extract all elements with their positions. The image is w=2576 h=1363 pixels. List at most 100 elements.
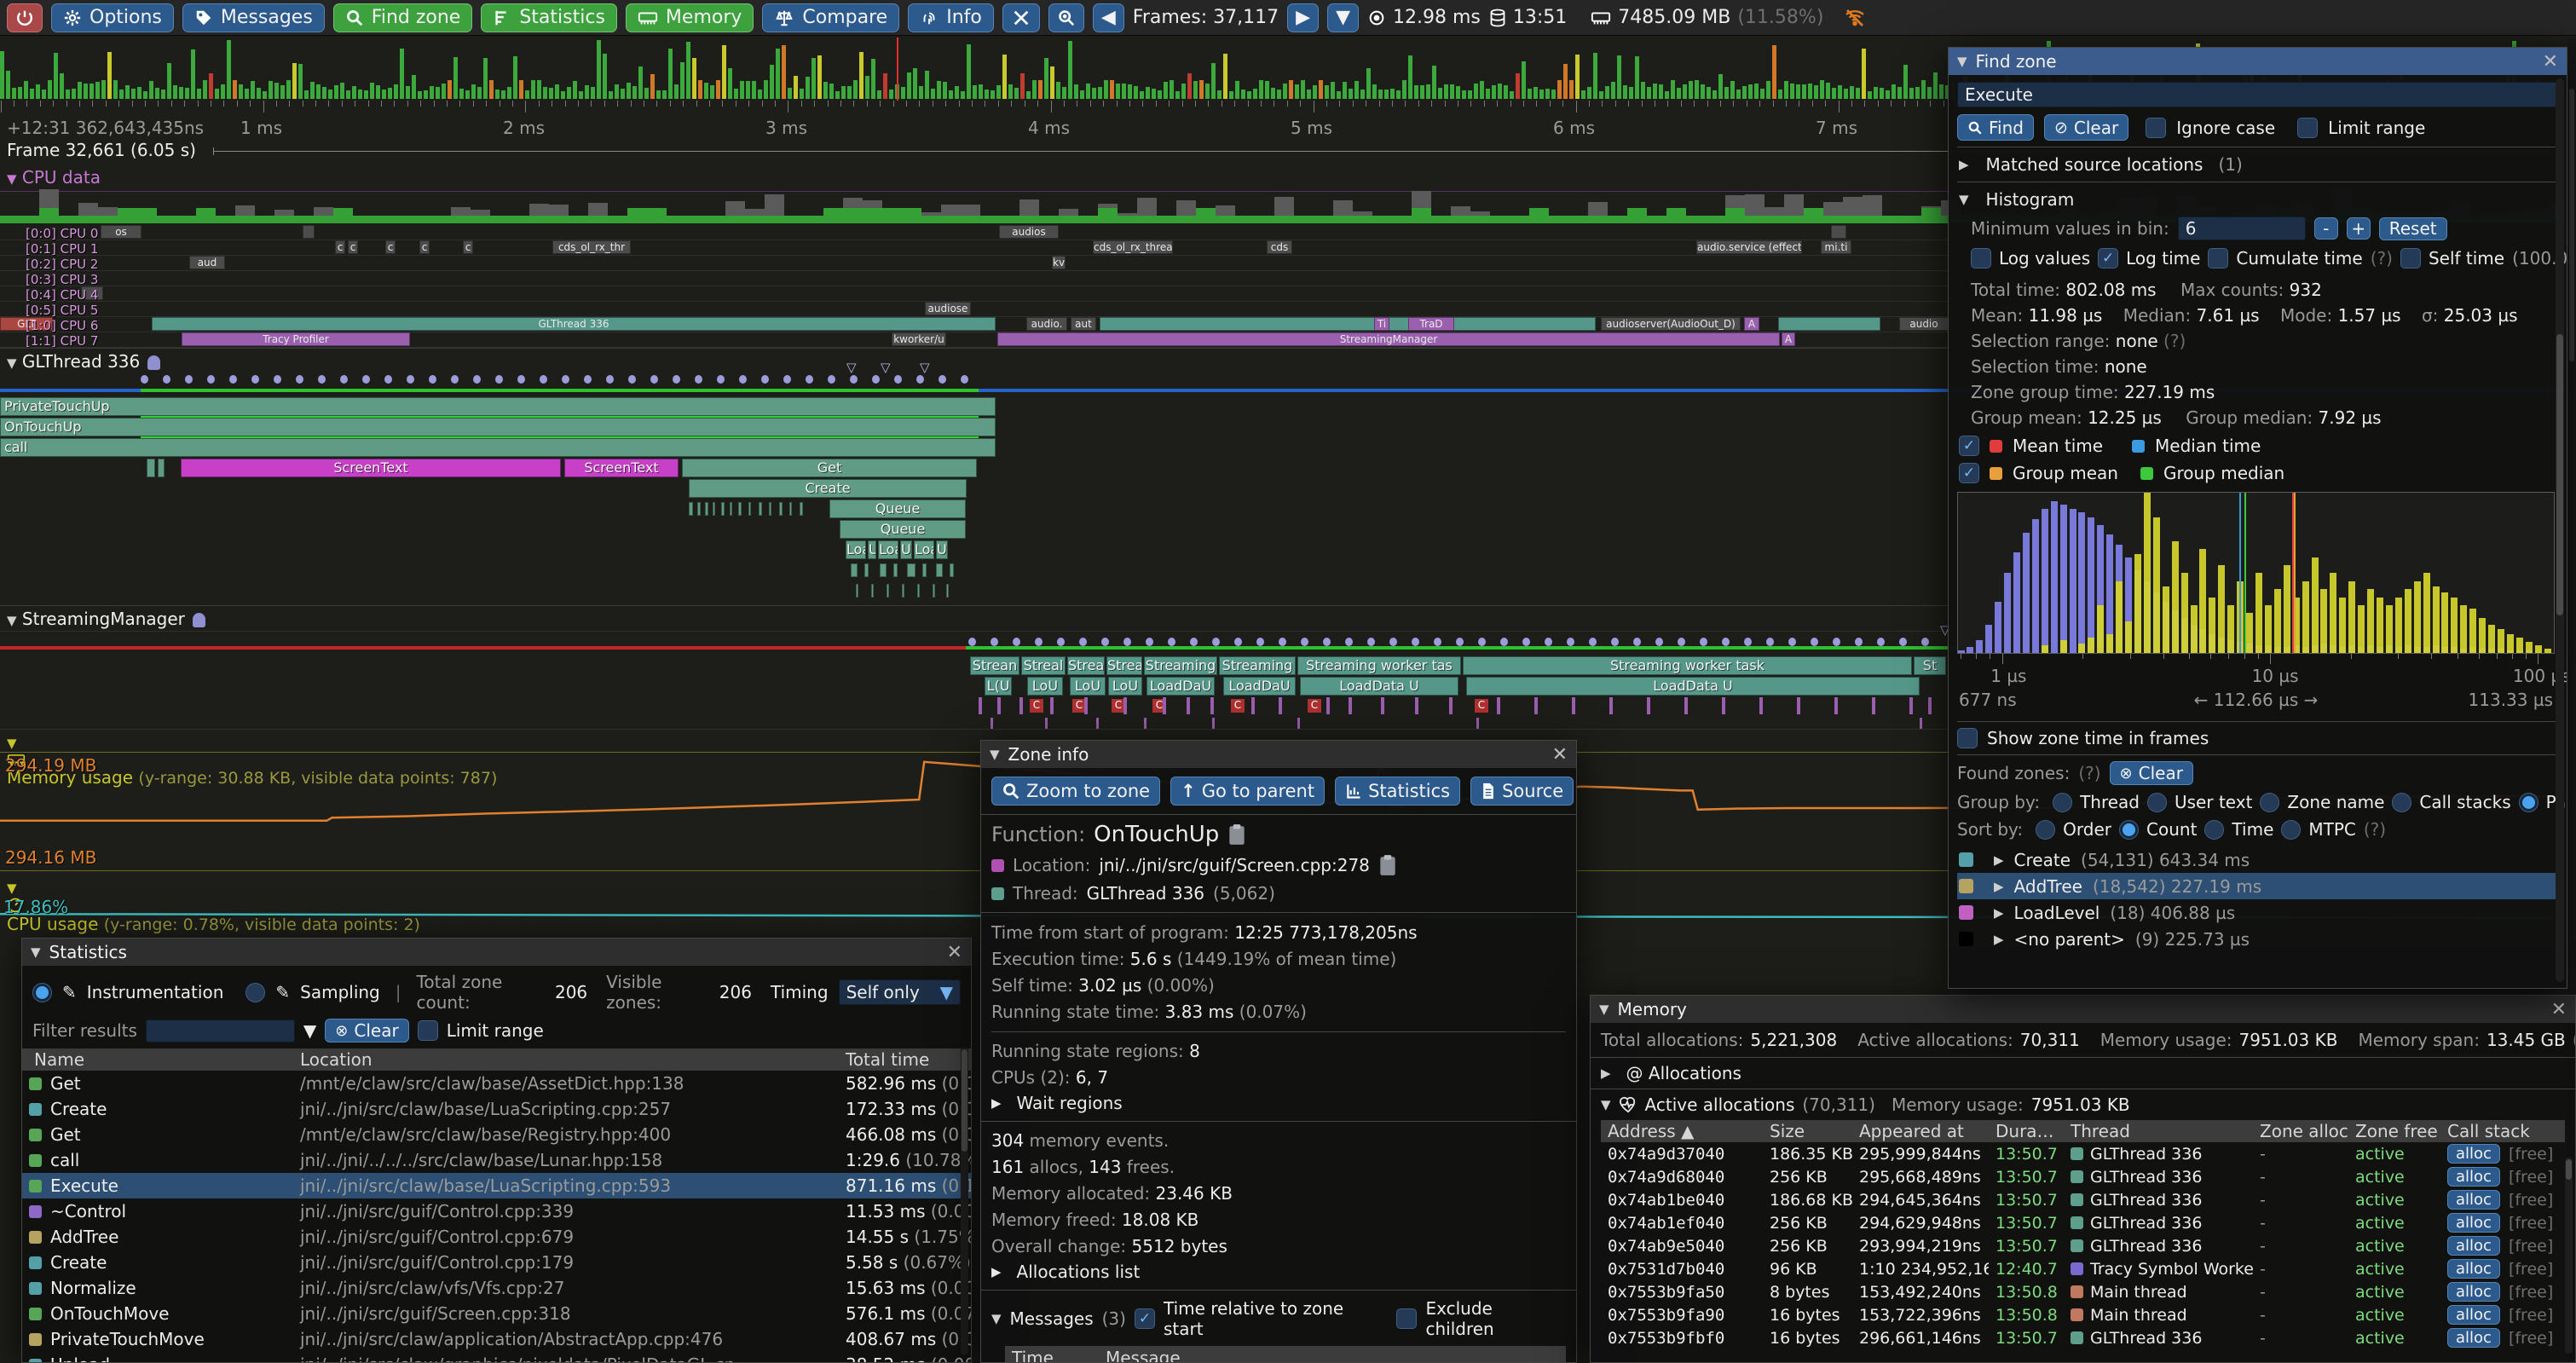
message-marker[interactable]: ▽ [881,360,891,375]
zone-bar[interactable]: LoadData U [1466,677,1920,696]
statistics-scrollbar[interactable] [961,1048,968,1354]
source-button[interactable]: Source [1470,777,1574,806]
sample-dot[interactable] [517,375,525,384]
allocations-list-expander[interactable]: Allocations list [1017,1262,1141,1282]
cpu-zone-bar[interactable]: c [419,240,430,254]
zone-bar[interactable]: Queue [840,520,966,539]
sample-dot[interactable] [185,375,193,384]
statistics-row[interactable]: AddTreejni/../jni/src/guif/Control.cpp:6… [22,1224,971,1250]
statistics-row[interactable]: Get/mnt/e/claw/src/claw/base/AssetDict.h… [22,1071,971,1096]
failed-zone-bar[interactable]: C [1475,699,1488,713]
zone-info-titlebar[interactable]: ▼Zone info ✕ [981,741,1576,768]
alloc-button[interactable]: alloc [2447,1305,2500,1325]
sample-dot[interactable] [1013,638,1020,646]
sample-dot[interactable] [562,375,569,384]
cpu-zone-bar[interactable]: audio. [1026,317,1067,331]
messages-expander[interactable]: Messages [1010,1308,1094,1329]
column-header[interactable]: Zone free [2348,1121,2440,1141]
zone-bar[interactable]: Loa [914,540,934,559]
sample-dot[interactable] [628,375,636,384]
cpu-zone-bar[interactable]: kworker/u [892,332,946,346]
clipboard-icon[interactable] [1378,854,1397,876]
column-header[interactable]: Message [1099,1348,1559,1363]
zone-bar[interactable]: LoadDaU [1146,677,1215,696]
expand-icon[interactable]: ▶ [1994,932,2004,947]
memory-allocation-row[interactable]: 0x74ab1be040186.68 KB294,645,364ns13:50.… [1601,1188,2565,1211]
cpu-zone-bar[interactable]: A [1782,332,1795,346]
cpu-zone-bar[interactable]: kv [1052,256,1066,269]
sample-dot[interactable] [1700,638,1707,646]
zone-bar[interactable]: LoU [1070,677,1106,696]
zone-bar[interactable]: Strea [1067,656,1105,675]
sample-dot[interactable] [1456,638,1464,646]
self-time-checkbox[interactable] [2400,248,2421,269]
options-button[interactable]: Options [51,3,174,32]
found-zone-name[interactable]: AddTree [2014,876,2082,897]
sort-by-radio-count[interactable] [2119,820,2139,840]
find-zone-search-input[interactable]: Execute [1957,82,2558,107]
sample-dot[interactable] [163,375,170,384]
sample-dot[interactable] [1921,638,1929,646]
memory-allocation-row[interactable]: 0x7553b9fa9016 bytes153,722,396ns13:50.8… [1601,1303,2565,1326]
cpu-zone-bar[interactable]: Tracy Profiler [182,332,410,346]
zone-fragment[interactable] [851,563,858,577]
sample-dot[interactable] [717,375,725,384]
sort-by-option-label[interactable]: Time [2232,819,2273,840]
show-zone-time-checkbox[interactable] [1957,728,1978,748]
mean-time-checkbox[interactable]: ✓ [1959,436,1979,456]
sample-dot[interactable] [1168,638,1175,646]
zone-bar[interactable] [158,459,165,477]
cumulate-time-checkbox[interactable] [2208,248,2228,269]
sample-dot[interactable] [761,375,769,384]
group-by-radio-call-stacks[interactable] [2392,793,2411,812]
close-icon[interactable]: ✕ [2543,51,2558,72]
sample-dot[interactable] [207,375,215,384]
zone-fragment[interactable] [902,584,904,598]
sample-dot[interactable] [916,375,924,384]
found-zone-name[interactable]: Create [2014,850,2071,870]
found-zone-name[interactable]: LoadLevel [2014,903,2100,923]
sample-dot[interactable] [1478,638,1486,646]
memory-allocation-row[interactable]: 0x74a9d68040256 KB295,668,489ns13:50.7GL… [1601,1165,2565,1188]
group-by-radio-parent[interactable] [2519,793,2538,812]
log-time-checkbox[interactable]: ✓ [2098,248,2118,269]
cpu-zone-bar[interactable]: audio.service (effect) [1696,240,1802,254]
zone-bar[interactable]: Up [936,540,948,559]
statistics-table-header[interactable]: NameLocationTotal timeCounts ▼MTPC [22,1048,971,1071]
sample-dot[interactable] [1301,638,1308,646]
zone-fragment[interactable] [738,502,742,516]
sample-dot[interactable] [1079,638,1087,646]
zone-fragment[interactable] [748,502,751,516]
zone-bar[interactable]: LoadData U [1300,677,1458,696]
sample-dot[interactable] [1811,638,1818,646]
zone-bar[interactable]: Up [900,540,912,559]
memory-allocation-row[interactable]: 0x74ab9e5040256 KB293,994,219ns13:50.7GL… [1601,1234,2565,1257]
sample-dot[interactable] [1545,638,1552,646]
sample-dot[interactable] [695,375,702,384]
sample-dot[interactable] [1500,638,1508,646]
zone-thread[interactable]: GLThread 336 [1087,883,1204,904]
ignore-case-checkbox[interactable] [2146,118,2166,138]
sample-dot[interactable] [1899,638,1907,646]
next-frame-button[interactable]: ▶ [1287,3,1319,32]
statistics-titlebar[interactable]: ▼Statistics ✕ [22,939,971,966]
cpu-zone-bar[interactable]: TraD [1408,317,1454,331]
expand-icon[interactable]: ▶ [1994,905,2004,921]
sample-dot[interactable] [407,375,414,384]
alloc-button[interactable]: alloc [2447,1144,2500,1164]
cpu-zone-bar[interactable]: cds_ol_rx_thr [552,240,631,254]
sample-dot[interactable] [451,375,459,384]
zone-bar[interactable]: Streaming worker task [1463,656,1912,675]
sort-by-option-label[interactable]: Order [2063,819,2111,840]
alloc-button[interactable]: alloc [2447,1282,2500,1302]
statistics-row[interactable]: OnTouchMovejni/../jni/src/guif/Screen.cp… [22,1301,971,1326]
zone-bar[interactable]: Streaming [1144,656,1217,675]
prev-frame-button[interactable]: ◀ [1093,3,1124,32]
alloc-button[interactable]: alloc [2447,1328,2500,1348]
found-zone-row[interactable]: ▶<no parent>(9) 225.73 µs [1957,926,2558,952]
expand-icon[interactable]: ▶ [1994,852,2004,868]
sample-dot[interactable] [1412,638,1419,646]
column-header[interactable]: Time [1005,1348,1099,1363]
zone-bar[interactable]: Get [682,459,977,477]
sample-dot[interactable] [495,375,503,384]
